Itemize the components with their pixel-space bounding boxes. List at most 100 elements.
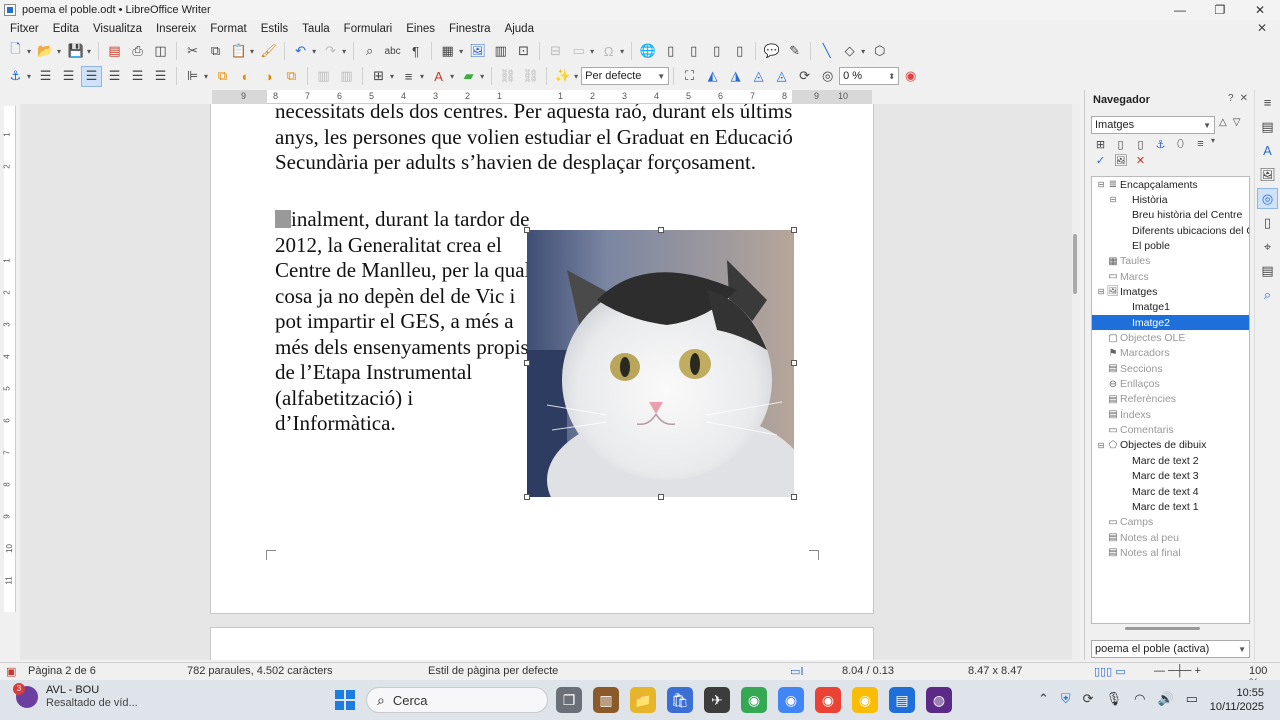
unlink-frames-icon[interactable]: ⛓ — [520, 66, 541, 87]
flip-horizontal-icon[interactable]: ◮ — [725, 66, 746, 87]
special-char-dropdown-icon[interactable]: ▾ — [620, 47, 624, 56]
maximize-button[interactable]: ❐ — [1200, 0, 1240, 20]
chrome-profile-2-icon[interactable]: ◉ — [815, 687, 841, 713]
draw-functions-icon[interactable]: ⬡ — [869, 41, 890, 62]
crop-icon[interactable]: ⛶ — [679, 66, 700, 87]
wifi-icon[interactable]: ◠ — [1134, 691, 1145, 707]
navigator-tree[interactable]: ⊟ ≣ Encapçalaments ⊟ Història Breu història d… — [1091, 176, 1250, 624]
navigator-tree-item[interactable]: ▤ Referències — [1092, 392, 1249, 407]
paragraph-text[interactable]: inalment, durant la tardor de 2012, la G… — [275, 207, 535, 437]
check-icon[interactable]: ✓ — [1092, 152, 1109, 168]
formatting-marks-icon[interactable]: ¶ — [405, 41, 426, 62]
area-color-icon[interactable]: ▰ — [458, 66, 479, 87]
page-icon[interactable]: ▯ — [1257, 212, 1278, 233]
anchor-text-icon[interactable]: ⚓ — [1152, 136, 1169, 152]
hyperlink-icon[interactable]: 🌐 — [637, 41, 658, 62]
image-filter-icon[interactable]: ✨ — [552, 66, 573, 87]
shapes-dropdown-icon[interactable]: ▾ — [861, 47, 865, 56]
active-document-select[interactable]: poema el poble (activa) ▼ — [1091, 640, 1250, 658]
manage-changes-icon[interactable]: ▤ — [1257, 260, 1278, 281]
wrap-left-icon[interactable]: ☰ — [104, 66, 125, 87]
show-image-icon[interactable]: 🖼 — [1112, 152, 1129, 168]
menu-edit[interactable]: Edita — [46, 23, 86, 35]
chevron-up-icon[interactable]: ⌃ — [1038, 691, 1049, 707]
footnote-icon[interactable]: ▯ — [660, 41, 681, 62]
link-frames-icon[interactable]: ⛓ — [497, 66, 518, 87]
navigator-tree-item[interactable]: ⊟ ≣ Encapçalaments — [1092, 177, 1249, 192]
library-app-icon[interactable]: ▥ — [593, 687, 619, 713]
help-icon[interactable]: ? — [1228, 93, 1234, 104]
paste-icon[interactable]: 📋 — [228, 41, 249, 62]
navigator-tree-item[interactable]: Marc de text 4 — [1092, 484, 1249, 499]
menu-form[interactable]: Formulari — [337, 23, 400, 35]
resize-handle-top-left[interactable] — [524, 227, 530, 233]
table-dropdown-icon[interactable]: ▾ — [459, 47, 463, 56]
drag-mode-dropdown-icon[interactable]: ▾ — [1211, 136, 1215, 152]
bookmark-icon[interactable]: ▯ — [706, 41, 727, 62]
tree-horizontal-scrollbar[interactable] — [1125, 627, 1200, 630]
print-icon[interactable]: ⎙ — [127, 41, 148, 62]
undo-dropdown-icon[interactable]: ▾ — [312, 47, 316, 56]
navigator-tree-item[interactable]: Marc de text 2 — [1092, 453, 1249, 468]
expander-icon[interactable]: ⊟ — [1096, 441, 1106, 450]
page-break-icon[interactable]: ⊟ — [545, 41, 566, 62]
document-page[interactable]: necessitats dels dos centres. Per aquest… — [210, 104, 874, 614]
header-icon[interactable]: ▯ — [1112, 136, 1129, 152]
wrap-right-icon[interactable]: ☰ — [127, 66, 148, 87]
open-folder-icon[interactable]: 📂 — [35, 41, 56, 62]
document-scrollbar[interactable] — [1072, 104, 1080, 660]
page-style[interactable]: Estil de pàgina per defecte — [428, 665, 558, 677]
navigator-icon[interactable]: ◎ — [1257, 188, 1278, 209]
special-character-icon[interactable]: Ω — [598, 41, 619, 62]
page-number[interactable]: Pàgina 2 de 6 — [28, 665, 96, 677]
start-button[interactable] — [335, 690, 355, 710]
gallery-icon[interactable]: 🖼 — [1257, 164, 1278, 185]
chrome-profile-icon[interactable]: ◉ — [778, 687, 804, 713]
navigator-tree-item[interactable]: ▤ Seccions — [1092, 361, 1249, 376]
sync-icon[interactable]: ⟳ — [1083, 691, 1094, 707]
menu-insert[interactable]: Insereix — [149, 23, 203, 35]
cut-icon[interactable]: ✂ — [182, 41, 203, 62]
menu-table[interactable]: Taula — [295, 23, 337, 35]
word-count[interactable]: 782 paraules, 4.502 caràcters — [187, 665, 333, 677]
basic-shapes-icon[interactable]: ◇ — [839, 41, 860, 62]
border-style-icon[interactable]: ≡ — [398, 66, 419, 87]
chrome-profile-3-icon[interactable]: ◉ — [852, 687, 878, 713]
insert-field-icon[interactable]: ▭ — [568, 41, 589, 62]
next-page[interactable] — [210, 627, 874, 660]
volume-icon[interactable]: 🔊 — [1157, 691, 1173, 707]
navigator-content-select[interactable]: Imatges ▼ — [1091, 116, 1215, 134]
copy-icon[interactable]: ⧉ — [205, 41, 226, 62]
save-icon[interactable]: 💾 — [65, 41, 86, 62]
insert-table-icon[interactable]: ▦ — [437, 41, 458, 62]
menu-help[interactable]: Ajuda — [498, 23, 541, 35]
navigator-tree-item[interactable]: ▤ Notes al final — [1092, 545, 1249, 560]
vertical-ruler[interactable]: 1 2 1 2 3 4 5 6 7 8 9 10 11 — [3, 106, 16, 612]
border-color-icon[interactable]: A — [428, 66, 449, 87]
borders-dropdown-icon[interactable]: ▾ — [390, 72, 394, 81]
close-document-icon[interactable]: ✕ — [1250, 21, 1274, 35]
spelling-icon[interactable]: abc — [382, 41, 403, 62]
navigator-tree-item[interactable]: ▦ Taules — [1092, 254, 1249, 269]
to-background-icon[interactable]: ▥ — [336, 66, 357, 87]
insert-image-icon[interactable]: 🖼 — [467, 41, 488, 62]
battery-icon[interactable]: ▭ — [1186, 691, 1198, 707]
forward-one-icon[interactable]: ◐ — [235, 66, 256, 87]
drag-mode-icon[interactable]: ≡ — [1192, 136, 1209, 152]
taskbar-search[interactable]: ⌕ Cerca — [366, 687, 548, 713]
find-replace-icon[interactable]: ⌕ — [359, 41, 380, 62]
document-area[interactable]: necessitats dels dos centres. Per aquest… — [20, 104, 1072, 660]
filter-dropdown-icon[interactable]: ▾ — [574, 72, 578, 81]
selection-mode-icon[interactable]: ▭Ⅰ — [790, 665, 804, 678]
export-pdf-icon[interactable]: ▤ — [104, 41, 125, 62]
borders-icon[interactable]: ⊞ — [368, 66, 389, 87]
menu-tools[interactable]: Eines — [399, 23, 442, 35]
flip-vertical-icon[interactable]: ◭ — [702, 66, 723, 87]
obs-icon[interactable]: ◍ — [926, 687, 952, 713]
paste-dropdown-icon[interactable]: ▾ — [250, 47, 254, 56]
microphone-icon[interactable]: 🎙 — [1106, 691, 1123, 707]
writer-taskbar-icon[interactable]: ▤ — [889, 687, 915, 713]
navigator-tree-item[interactable]: El poble — [1092, 238, 1249, 253]
undo-icon[interactable]: ↶ — [290, 41, 311, 62]
rotate-left-icon[interactable]: ◬ — [748, 66, 769, 87]
